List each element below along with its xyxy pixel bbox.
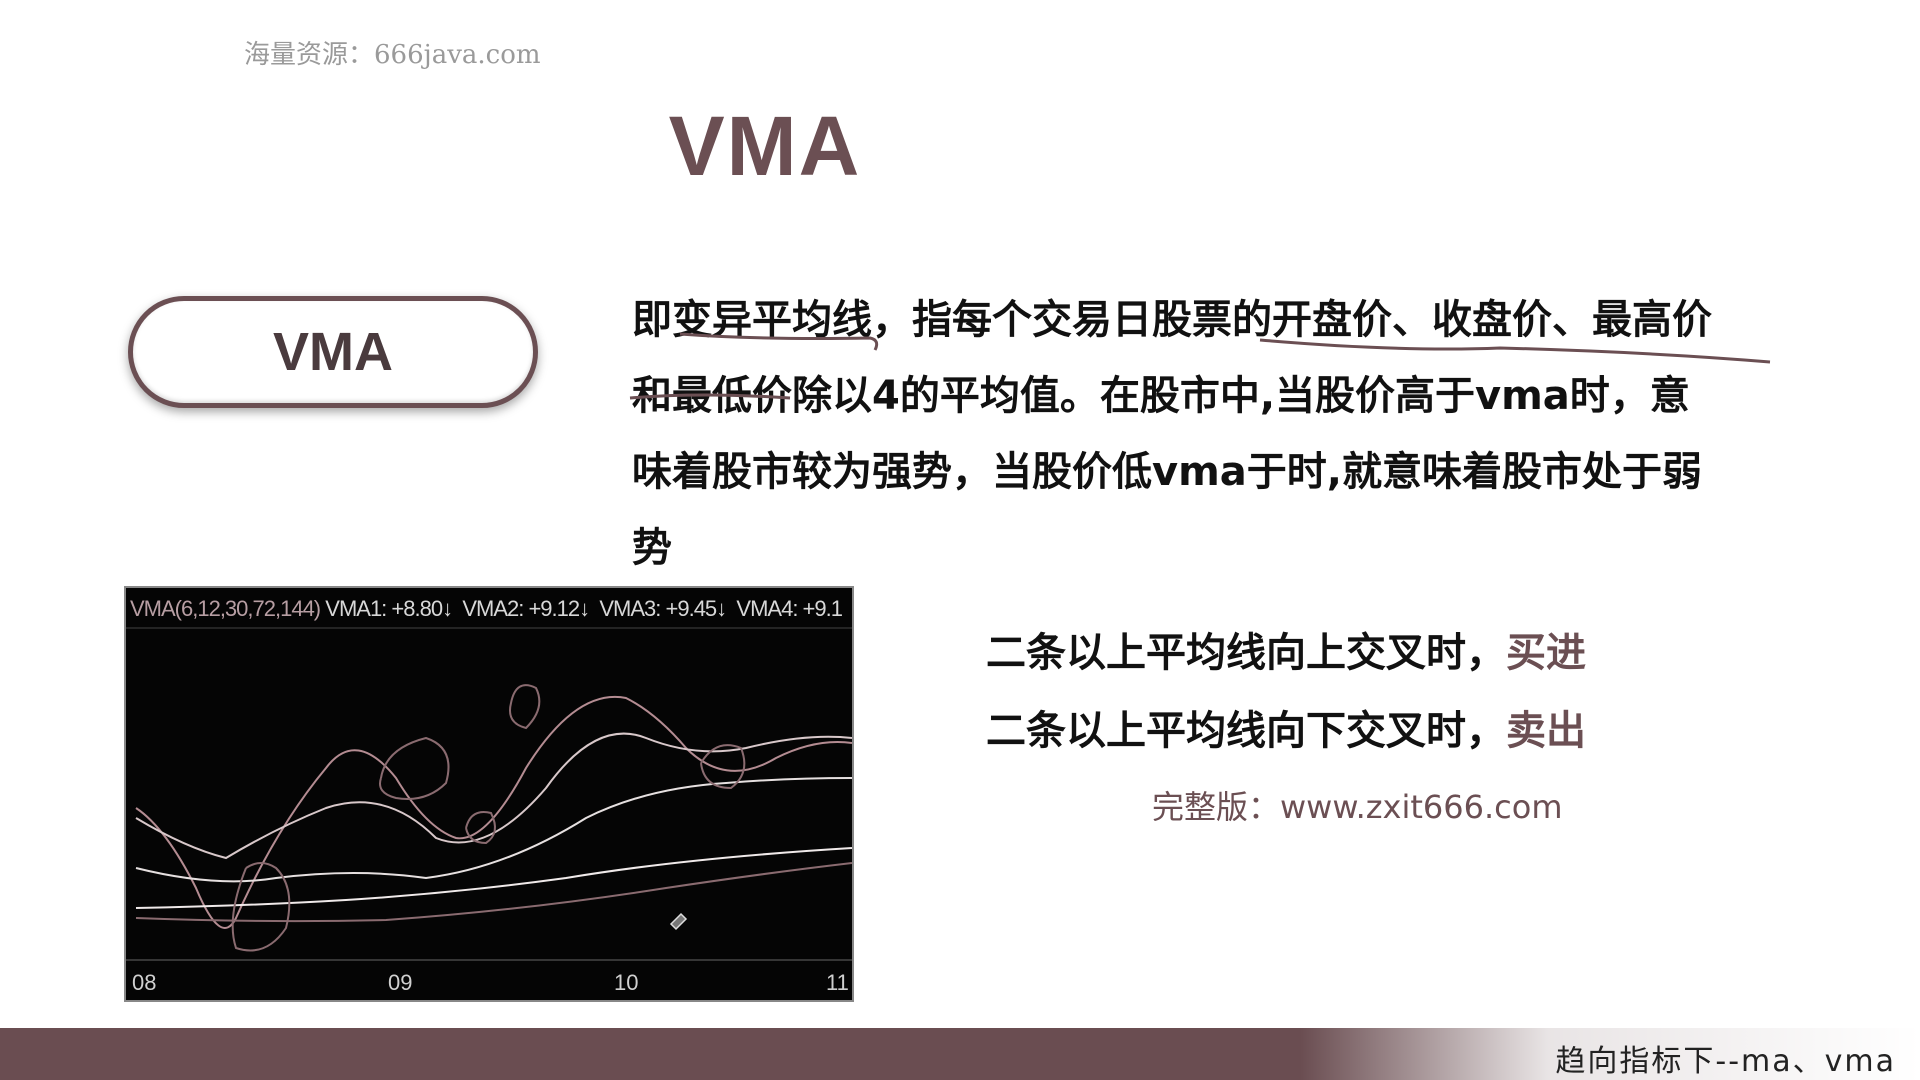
- buy-action: 买进: [1506, 630, 1586, 676]
- sell-rule-text: 二条以上平均线向下交叉时，: [986, 708, 1506, 754]
- footer-title: 趋向指标下--ma、vma: [1555, 1044, 1896, 1079]
- annotation-circle-2: [379, 736, 450, 800]
- vma-indicator-chart: VMA(6,12,30,72,144) VMA1: +8.80↓ VMA2: +…: [124, 586, 854, 1002]
- description-line-4: 势: [632, 525, 672, 571]
- annotation-circle-3: [509, 684, 541, 730]
- buy-rule: 二条以上平均线向上交叉时，买进: [986, 620, 1686, 678]
- watermark-text: 海量资源：666java.com: [244, 40, 541, 70]
- series-vma2-line: [135, 732, 852, 860]
- pen-cursor-icon: [669, 912, 688, 931]
- chart-lines: [126, 627, 852, 961]
- x-label: 09: [388, 970, 413, 995]
- buy-rule-text: 二条以上平均线向上交叉时，: [986, 630, 1506, 676]
- series-vma5-line: [135, 862, 852, 923]
- description-block: 即变异平均线，指每个交易日股票的开盘价、收盘价、最高价 和最低价除以4的平均值。…: [632, 282, 1782, 586]
- vma-label-pill: VMA: [128, 296, 538, 408]
- x-axis-labels: 08 09 10 11: [126, 970, 852, 998]
- footer-bar: 趋向指标下--ma、vma: [0, 1028, 1920, 1080]
- slide-title: VMA: [668, 99, 862, 193]
- x-label: 11: [826, 970, 849, 995]
- x-label: 10: [614, 970, 639, 995]
- full-version-link[interactable]: 完整版：www.zxit666.com: [1152, 782, 1563, 828]
- series-vma4-line: [135, 847, 852, 909]
- description-line-1: 即变异平均线，指每个交易日股票的开盘价、收盘价、最高价: [632, 297, 1712, 343]
- series-vma1-line: [135, 695, 852, 929]
- description-line-3: 味着股市较为强势，当股价低vma于时,就意味着股市处于弱: [632, 449, 1702, 495]
- x-label: 08: [132, 970, 157, 995]
- sell-action: 卖出: [1506, 708, 1586, 754]
- pill-label: VMA: [273, 322, 393, 382]
- sell-rule: 二条以上平均线向下交叉时，卖出: [986, 698, 1686, 756]
- description-line-2: 和最低价除以4的平均值。在股市中,当股价高于vma时，意: [632, 373, 1690, 419]
